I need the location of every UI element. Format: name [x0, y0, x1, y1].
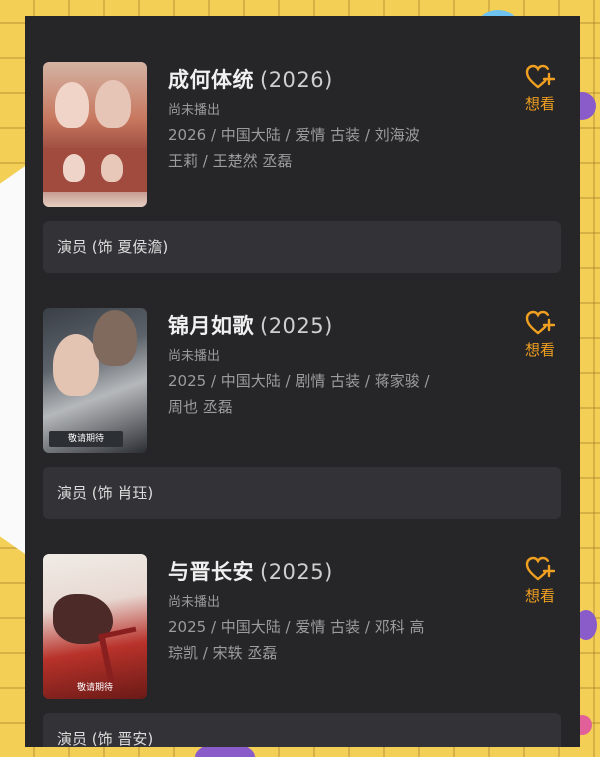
- poster-tag: 敬请期待: [76, 683, 113, 693]
- movie-card[interactable]: 敬请期待 锦月如歌 (2025) 尚未播出 2025 / 中国大陆 / 剧情 古装…: [25, 262, 580, 519]
- meta-line: 周也 丞磊: [168, 398, 233, 416]
- movie-year: (2026): [260, 68, 333, 92]
- movie-poster[interactable]: 敬请期待: [43, 308, 147, 453]
- want-to-watch-button[interactable]: 想看: [515, 556, 565, 606]
- movie-year: (2025): [260, 560, 333, 584]
- want-to-watch-button[interactable]: 想看: [515, 310, 565, 360]
- movie-meta: 2026 / 中国大陆 / 爱情 古装 / 刘海波 王莉 / 王楚然 丞磊: [168, 122, 473, 174]
- movie-title[interactable]: 锦月如歌 (2025): [168, 310, 333, 340]
- heart-plus-icon: [525, 64, 555, 89]
- title-text: 锦月如歌: [168, 314, 254, 338]
- title-text: 成何体统: [168, 68, 254, 92]
- release-status: 尚未播出: [168, 103, 221, 118]
- release-status: 尚未播出: [168, 349, 221, 364]
- meta-line: 2025 / 中国大陆 / 爱情 古装 / 邓科 高: [168, 618, 425, 636]
- role-info[interactable]: 演员 (饰 晋安): [43, 713, 561, 747]
- release-status: 尚未播出: [168, 595, 221, 610]
- movie-card[interactable]: 成何体统 (2026) 尚未播出 2026 / 中国大陆 / 爱情 古装 / 刘海…: [25, 16, 580, 273]
- movie-poster[interactable]: 敬请期待: [43, 554, 147, 699]
- movie-card[interactable]: 敬请期待 与晋长安 (2025) 尚未播出 2025 / 中国大陆 / 爱情 古装…: [25, 508, 580, 747]
- movie-poster[interactable]: [43, 62, 147, 207]
- heart-plus-icon: [525, 310, 555, 335]
- want-label: 想看: [524, 341, 555, 359]
- movie-meta: 2025 / 中国大陆 / 爱情 古装 / 邓科 高 琮凯 / 宋轶 丞磊: [168, 614, 473, 666]
- meta-line: 2025 / 中国大陆 / 剧情 古装 / 蒋家骏 /: [168, 372, 430, 390]
- meta-line: 王莉 / 王楚然 丞磊: [168, 152, 293, 170]
- meta-line: 琮凯 / 宋轶 丞磊: [168, 644, 278, 662]
- meta-line: 2026 / 中国大陆 / 爱情 古装 / 刘海波: [168, 126, 420, 144]
- heart-plus-icon: [525, 556, 555, 581]
- movie-meta: 2025 / 中国大陆 / 剧情 古装 / 蒋家骏 / 周也 丞磊: [168, 368, 473, 420]
- want-label: 想看: [524, 587, 555, 605]
- want-label: 想看: [524, 95, 555, 113]
- want-to-watch-button[interactable]: 想看: [515, 64, 565, 114]
- poster-tag: 敬请期待: [49, 431, 123, 447]
- movie-title[interactable]: 成何体统 (2026): [168, 64, 333, 94]
- title-text: 与晋长安: [168, 560, 254, 584]
- filmography-list: 成何体统 (2026) 尚未播出 2026 / 中国大陆 / 爱情 古装 / 刘海…: [25, 16, 580, 747]
- movie-title[interactable]: 与晋长安 (2025): [168, 556, 333, 586]
- movie-year: (2025): [260, 314, 333, 338]
